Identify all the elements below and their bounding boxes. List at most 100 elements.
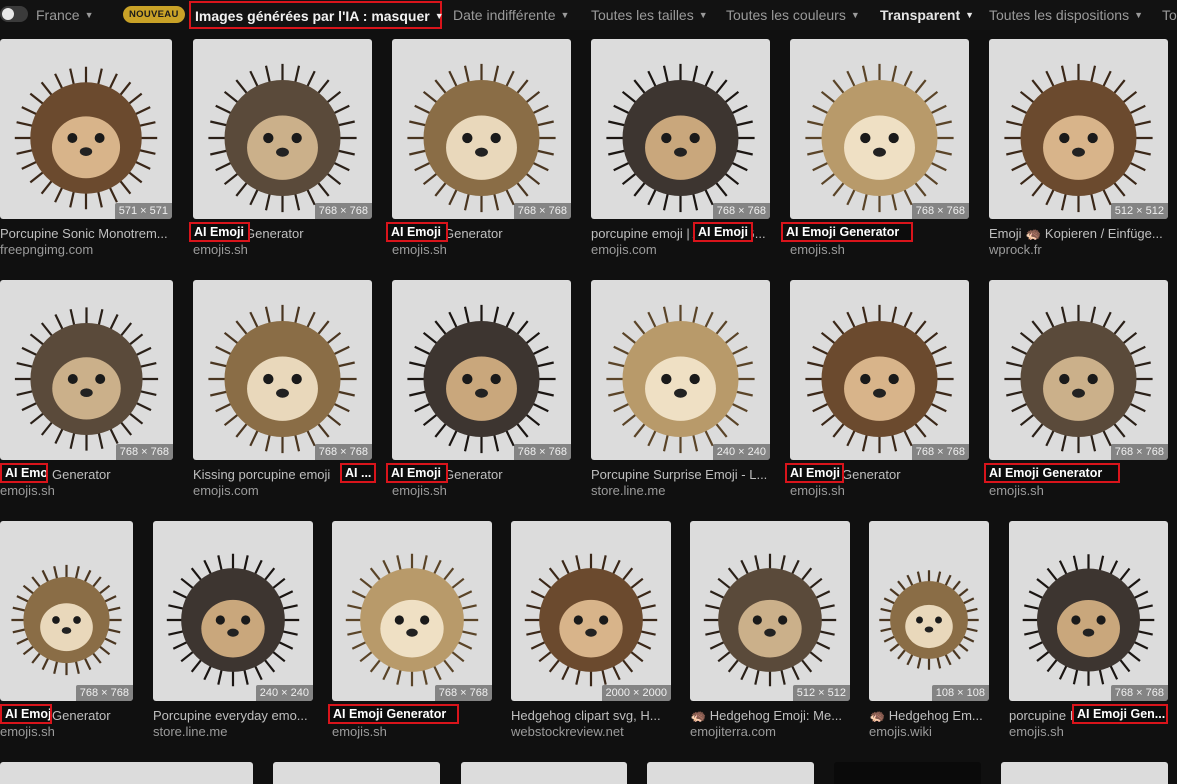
region-filter[interactable]: France ▼ bbox=[36, 7, 94, 23]
result-caption[interactable]: Hedgehog clipart svg, H... bbox=[511, 708, 671, 723]
result-image[interactable]: 768 × 768 bbox=[591, 39, 770, 219]
result-image[interactable]: 768 × 768 bbox=[790, 39, 969, 219]
result-source[interactable]: emojis.sh bbox=[989, 483, 1168, 498]
result-image-partial[interactable] bbox=[461, 762, 627, 784]
result-source[interactable]: emojis.sh bbox=[790, 483, 969, 498]
more-filter[interactable]: To bbox=[1162, 7, 1177, 23]
result-image[interactable]: 768 × 768 bbox=[392, 280, 571, 460]
date-label: Date indifférente bbox=[453, 7, 556, 23]
result-image-partial[interactable] bbox=[834, 762, 981, 784]
result-source[interactable]: emojis.com bbox=[193, 483, 372, 498]
result-source[interactable]: emojis.wiki bbox=[869, 724, 989, 739]
result-caption[interactable]: Porcupine Surprise Emoji - L... bbox=[591, 467, 770, 482]
image-dimensions: 512 × 512 bbox=[1110, 203, 1168, 219]
image-dimensions: 240 × 240 bbox=[255, 685, 313, 701]
result-tile[interactable]: 240 × 240 Porcupine Surprise Emoji - L..… bbox=[591, 280, 770, 506]
ai-images-filter[interactable]: Images générées par l'IA : masquer ▼ bbox=[195, 8, 444, 24]
result-image[interactable]: 768 × 768 bbox=[0, 521, 133, 701]
result-image[interactable]: 512 × 512 bbox=[690, 521, 850, 701]
result-image[interactable]: 768 × 768 bbox=[193, 280, 372, 460]
result-caption[interactable]: 🦔 Hedgehog Emoji: Me... bbox=[690, 708, 850, 723]
result-image[interactable]: 768 × 768 bbox=[392, 39, 571, 219]
result-image[interactable]: 768 × 768 bbox=[332, 521, 492, 701]
result-image-partial[interactable] bbox=[1001, 762, 1168, 784]
result-image[interactable]: 768 × 768 bbox=[790, 280, 969, 460]
result-image[interactable]: 768 × 768 bbox=[193, 39, 372, 219]
image-dimensions: 768 × 768 bbox=[1110, 685, 1168, 701]
ai-label-highlight: AI Emoji bbox=[189, 222, 250, 242]
result-tile[interactable]: 240 × 240 Porcupine everyday emo... stor… bbox=[153, 521, 313, 747]
ai-label-highlight: AI Emoji Gen... bbox=[1072, 704, 1168, 724]
result-caption[interactable]: Porcupine everyday emo... bbox=[153, 708, 313, 723]
image-dimensions: 768 × 768 bbox=[911, 203, 969, 219]
result-tile[interactable]: 571 × 571 Porcupine Sonic Monotrem... fr… bbox=[0, 39, 172, 265]
more-filter-label: To bbox=[1162, 7, 1177, 23]
result-tile[interactable]: 2000 × 2000 Hedgehog clipart svg, H... w… bbox=[511, 521, 671, 747]
color-filter[interactable]: Toutes les couleurs ▼ bbox=[726, 7, 860, 23]
result-image-partial[interactable] bbox=[0, 762, 253, 784]
size-filter[interactable]: Toutes les tailles ▼ bbox=[591, 7, 708, 23]
ai-images-label: Images générées par l'IA : masquer bbox=[195, 8, 430, 24]
image-dimensions: 768 × 768 bbox=[712, 203, 770, 219]
result-source[interactable]: emojis.sh bbox=[1009, 724, 1168, 739]
safe-search-toggle[interactable] bbox=[0, 6, 28, 22]
result-image[interactable]: 240 × 240 bbox=[153, 521, 313, 701]
result-source[interactable]: store.line.me bbox=[153, 724, 313, 739]
ai-label-highlight: AI Emoji Generator bbox=[781, 222, 913, 242]
result-image[interactable]: 108 × 108 bbox=[869, 521, 989, 701]
result-source[interactable]: wprock.fr bbox=[989, 242, 1168, 257]
result-image[interactable]: 240 × 240 bbox=[591, 280, 770, 460]
result-source[interactable]: emojis.sh bbox=[392, 242, 571, 257]
image-dimensions: 768 × 768 bbox=[1110, 444, 1168, 460]
result-caption[interactable]: Emoji 🦔 Kopieren / Einfüge... bbox=[989, 226, 1168, 241]
result-source[interactable]: webstockreview.net bbox=[511, 724, 671, 739]
result-source[interactable]: emojis.com bbox=[591, 242, 770, 257]
color-label: Toutes les couleurs bbox=[726, 7, 846, 23]
result-source[interactable]: emojiterra.com bbox=[690, 724, 850, 739]
caret-down-icon: ▼ bbox=[1134, 10, 1143, 20]
size-label: Toutes les tailles bbox=[591, 7, 694, 23]
layout-label: Toutes les dispositions bbox=[989, 7, 1130, 23]
result-source[interactable]: store.line.me bbox=[591, 483, 770, 498]
result-tile[interactable]: 108 × 108 🦔 Hedgehog Em... emojis.wiki bbox=[869, 521, 989, 747]
result-source[interactable]: emojis.sh bbox=[392, 483, 571, 498]
image-dimensions: 768 × 768 bbox=[911, 444, 969, 460]
type-filter[interactable]: Transparent ▼ bbox=[880, 7, 974, 23]
result-caption[interactable]: 🦔 Hedgehog Em... bbox=[869, 708, 989, 723]
result-image-partial[interactable] bbox=[647, 762, 814, 784]
caret-down-icon: ▼ bbox=[560, 10, 570, 20]
result-image[interactable]: 2000 × 2000 bbox=[511, 521, 671, 701]
result-tile[interactable]: 512 × 512 Emoji 🦔 Kopieren / Einfüge... … bbox=[989, 39, 1168, 265]
result-source[interactable]: freepngimg.com bbox=[0, 242, 172, 257]
image-dimensions: 768 × 768 bbox=[314, 203, 372, 219]
new-badge: NOUVEAU bbox=[123, 6, 185, 23]
image-dimensions: 768 × 768 bbox=[513, 444, 571, 460]
result-source[interactable]: emojis.sh bbox=[332, 724, 492, 739]
filter-bar: France ▼ NOUVEAU Images générées par l'IA… bbox=[0, 0, 1177, 30]
date-filter[interactable]: Date indifférente ▼ bbox=[453, 7, 569, 23]
result-image-partial[interactable] bbox=[273, 762, 440, 784]
image-dimensions: 768 × 768 bbox=[434, 685, 492, 701]
result-source[interactable]: emojis.sh bbox=[790, 242, 969, 257]
ai-label-highlight: AI Emoji bbox=[386, 222, 448, 242]
ai-label-highlight: AI Emoji bbox=[0, 704, 52, 724]
image-dimensions: 768 × 768 bbox=[75, 685, 133, 701]
result-image[interactable]: 768 × 768 bbox=[989, 280, 1168, 460]
result-caption[interactable]: Porcupine Sonic Monotrem... bbox=[0, 226, 172, 241]
result-source[interactable]: emojis.sh bbox=[0, 724, 133, 739]
layout-filter[interactable]: Toutes les dispositions ▼ bbox=[989, 7, 1143, 23]
caret-down-icon: ▼ bbox=[434, 11, 444, 21]
type-label: Transparent bbox=[880, 7, 961, 23]
result-image[interactable]: 768 × 768 bbox=[0, 280, 173, 460]
image-dimensions: 768 × 768 bbox=[314, 444, 372, 460]
result-image[interactable]: 512 × 512 bbox=[989, 39, 1168, 219]
result-image[interactable]: 571 × 571 bbox=[0, 39, 172, 219]
result-image[interactable]: 768 × 768 bbox=[1009, 521, 1168, 701]
toggle-knob bbox=[2, 8, 14, 20]
result-source[interactable]: emojis.sh bbox=[0, 483, 173, 498]
result-source[interactable]: emojis.sh bbox=[193, 242, 372, 257]
result-tile[interactable]: 512 × 512 🦔 Hedgehog Emoji: Me... emojit… bbox=[690, 521, 850, 747]
caret-down-icon: ▼ bbox=[965, 10, 975, 20]
image-dimensions: 768 × 768 bbox=[115, 444, 173, 460]
ai-label-highlight: AI Emoji Generator bbox=[328, 704, 459, 724]
